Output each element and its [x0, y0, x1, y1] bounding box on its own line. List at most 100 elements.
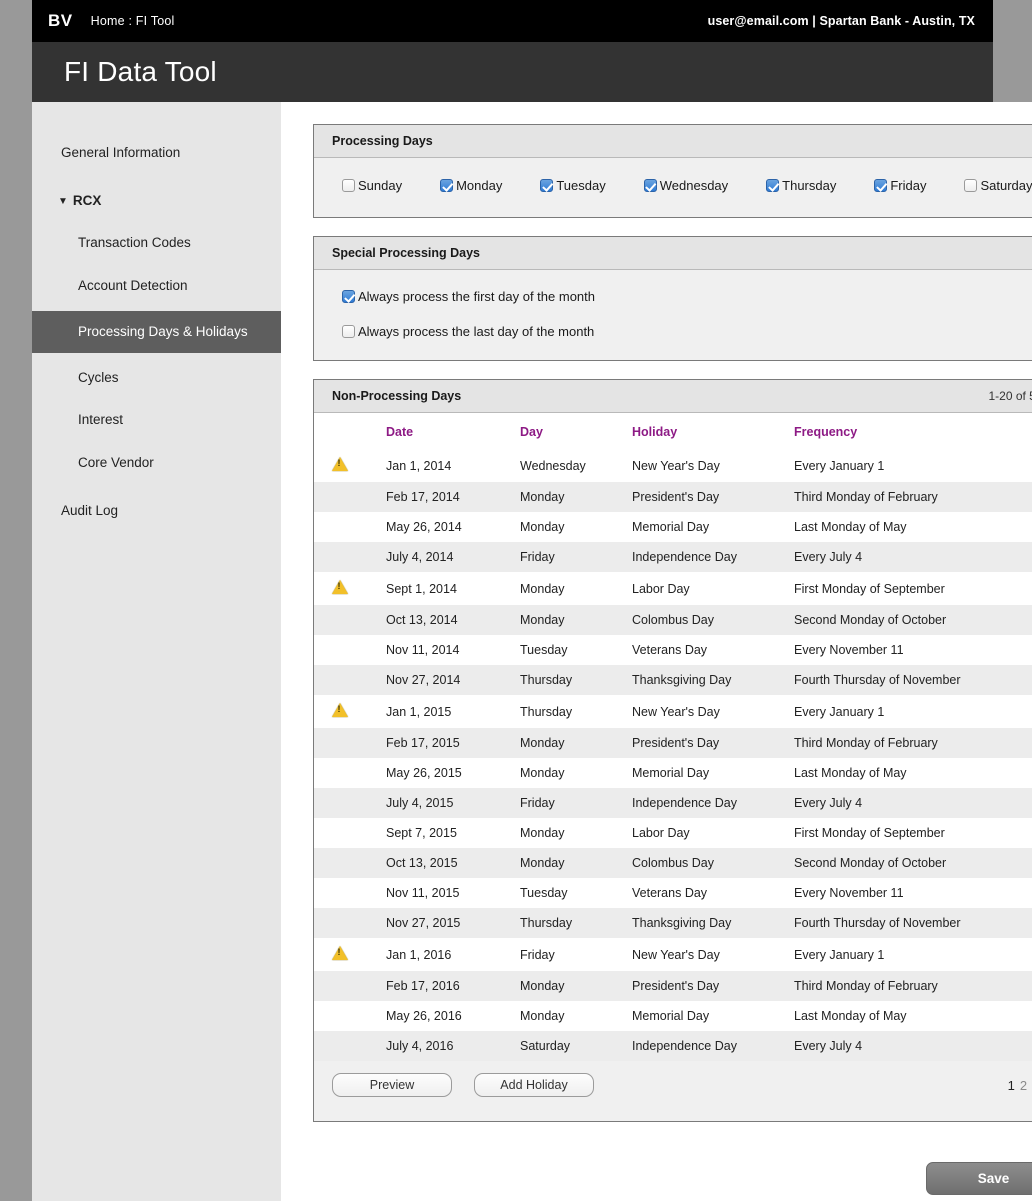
sidebar-item-cycles[interactable]: Cycles [32, 361, 281, 395]
checkbox-checked-icon[interactable] [643, 179, 657, 192]
processing-day-checkbox-saturday[interactable]: Saturday [964, 178, 1032, 193]
processing-day-checkbox-tuesday[interactable]: Tuesday [540, 178, 606, 193]
cell-date: July 4, 2014 [386, 550, 454, 564]
table-row[interactable]: July 4, 2015 Friday Independence Day Every … [314, 788, 1032, 818]
cell-date: Sept 7, 2015 [386, 826, 457, 840]
checkbox-checked-icon[interactable] [766, 179, 780, 192]
table-row[interactable]: Feb 17, 2016 Monday President's Day Third M… [314, 971, 1032, 1001]
sidebar-item-audit-log[interactable]: Audit Log [32, 494, 281, 528]
table-row[interactable]: Oct 13, 2014 Monday Colombus Day Second Mon… [314, 605, 1032, 635]
row-flag-cell [314, 728, 380, 758]
sidebar-item-core-vendor[interactable]: Core Vendor [32, 446, 281, 480]
column-header-date[interactable]: Date [380, 413, 514, 449]
cell-frequency: Every July 4 [794, 1039, 863, 1053]
column-header-day[interactable]: Day [514, 413, 626, 449]
sidebar-item-label: Audit Log [61, 502, 119, 518]
table-row[interactable]: Sept 7, 2015 Monday Labor Day First Monday … [314, 818, 1032, 848]
sidebar-group-rcx[interactable]: ▼ RCX [32, 184, 281, 218]
table-row[interactable]: May 26, 2015 Monday Memorial Day Last Monda… [314, 758, 1032, 788]
pagination: 1 2 ▶ [1008, 1078, 1032, 1093]
column-header-frequency[interactable]: Frequency [788, 413, 1032, 449]
table-row[interactable]: Nov 11, 2014 Tuesday Veterans Day Every Nov… [314, 635, 1032, 665]
checkbox-unchecked-icon[interactable] [964, 179, 978, 192]
cell-date: Oct 13, 2014 [386, 613, 458, 627]
cell-date: July 4, 2016 [386, 1039, 454, 1053]
table-row[interactable]: Feb 17, 2015 Monday President's Day Third M… [314, 728, 1032, 758]
sidebar-item-account-detection[interactable]: Account Detection [32, 269, 281, 303]
warning-triangle-icon[interactable] [332, 946, 348, 960]
sidebar-item-label: General Information [61, 145, 181, 160]
table-row[interactable]: May 26, 2014 Monday Memorial Day Last Monda… [314, 512, 1032, 542]
table-row[interactable]: Jan 1, 2015 Thursday New Year's Day Every J… [314, 695, 1032, 728]
cell-date: Jan 1, 2016 [386, 947, 452, 962]
cell-day: Thursday [520, 916, 573, 930]
pagination-page-1[interactable]: 1 [1008, 1078, 1017, 1093]
table-header-row: Date Day Holiday Frequency [314, 413, 1032, 449]
cell-frequency: Every January 1 [794, 704, 885, 719]
sidebar-item-transaction-codes[interactable]: Transaction Codes [32, 226, 281, 260]
processing-day-checkbox-sunday[interactable]: Sunday [342, 178, 402, 193]
checkbox-checked-icon[interactable] [540, 179, 554, 192]
cell-date: Nov 11, 2014 [386, 643, 460, 657]
sidebar-group-label: RCX [72, 193, 102, 209]
non-processing-days-table: Date Day Holiday Frequency Jan 1, 2014 We… [314, 413, 1032, 1061]
processing-day-checkbox-wednesday[interactable]: Wednesday [643, 178, 728, 193]
cell-day: Monday [520, 736, 565, 750]
checkbox-label: Tuesday [556, 178, 606, 193]
cell-holiday: President's Day [632, 490, 720, 504]
special-processing-option-row: Always process the first day of the mont… [332, 286, 1032, 307]
preview-button[interactable]: Preview [332, 1073, 452, 1097]
sidebar-item-label: Core Vendor [78, 454, 154, 470]
processing-day-checkbox-friday[interactable]: Friday [874, 178, 926, 193]
warning-triangle-icon[interactable] [332, 580, 348, 594]
table-row[interactable]: Jan 1, 2014 Wednesday New Year's Day Every … [314, 449, 1032, 482]
cell-frequency: Third Monday of February [794, 736, 938, 750]
processing-day-checkbox-monday[interactable]: Monday [440, 178, 502, 193]
add-holiday-button[interactable]: Add Holiday [474, 1073, 594, 1097]
table-row[interactable]: July 4, 2016 Saturday Independence Day Ever… [314, 1031, 1032, 1061]
breadcrumb[interactable]: Home : FI Tool [91, 14, 175, 28]
row-flag-cell [314, 758, 380, 788]
cell-frequency: Every January 1 [794, 458, 885, 473]
cell-holiday: President's Day [632, 736, 720, 750]
table-row[interactable]: Feb 17, 2014 Monday President's Day Third M… [314, 482, 1032, 512]
row-flag-cell [314, 938, 380, 971]
table-row[interactable]: Nov 11, 2015 Tuesday Veterans Day Every Nov… [314, 878, 1032, 908]
warning-triangle-icon[interactable] [332, 457, 348, 471]
table-row[interactable]: Oct 13, 2015 Monday Colombus Day Second Mon… [314, 848, 1032, 878]
table-row[interactable]: Nov 27, 2015 Thursday Thanksgiving Day Four… [314, 908, 1032, 938]
cell-day: Monday [520, 581, 565, 596]
save-button[interactable]: Save [925, 1162, 1032, 1195]
special-processing-checkbox-first-day[interactable]: Always process the first day of the mont… [342, 289, 595, 304]
cell-day: Thursday [520, 673, 573, 687]
table-row[interactable]: Jan 1, 2016 Friday New Year's Day Every Jan… [314, 938, 1032, 971]
special-processing-checkbox-last-day[interactable]: Always process the last day of the month [342, 324, 594, 339]
pagination-page-2[interactable]: 2 [1020, 1078, 1029, 1093]
table-row[interactable]: May 26, 2016 Monday Memorial Day Last Monda… [314, 1001, 1032, 1031]
table-row[interactable]: July 4, 2014 Friday Independence Day Every … [314, 542, 1032, 572]
cell-frequency: Every January 1 [794, 947, 885, 962]
warning-triangle-icon[interactable] [332, 703, 348, 717]
cell-date: May 26, 2014 [386, 520, 462, 534]
sidebar-item-processing-days-holidays[interactable]: Processing Days & Holidays [32, 310, 281, 354]
checkbox-checked-icon[interactable] [342, 290, 355, 303]
checkbox-unchecked-icon[interactable] [342, 325, 355, 338]
processing-day-checkbox-thursday[interactable]: Thursday [766, 178, 836, 193]
cell-day: Monday [520, 1009, 565, 1023]
cell-date: Feb 17, 2015 [386, 736, 460, 750]
table-row[interactable]: Nov 27, 2014 Thursday Thanksgiving Day Four… [314, 665, 1032, 695]
column-header-holiday[interactable]: Holiday [626, 413, 788, 449]
sidebar-item-interest[interactable]: Interest [32, 403, 281, 437]
sidebar-item-general-information[interactable]: General Information [32, 136, 281, 170]
checkbox-label: Saturday [980, 178, 1032, 193]
account-info: user@email.com | Spartan Bank - Austin, … [707, 14, 975, 28]
checkbox-checked-icon[interactable] [874, 179, 888, 192]
cell-holiday: Memorial Day [632, 766, 710, 780]
cell-frequency: First Monday of September [794, 826, 945, 840]
checkbox-checked-icon[interactable] [440, 179, 454, 192]
special-processing-days-header: Special Processing Days [314, 237, 1032, 270]
checkbox-unchecked-icon[interactable] [342, 179, 355, 192]
cell-holiday: Thanksgiving Day [632, 916, 732, 930]
table-row[interactable]: Sept 1, 2014 Monday Labor Day First Monday … [314, 572, 1032, 605]
cell-frequency: Third Monday of February [794, 979, 938, 993]
